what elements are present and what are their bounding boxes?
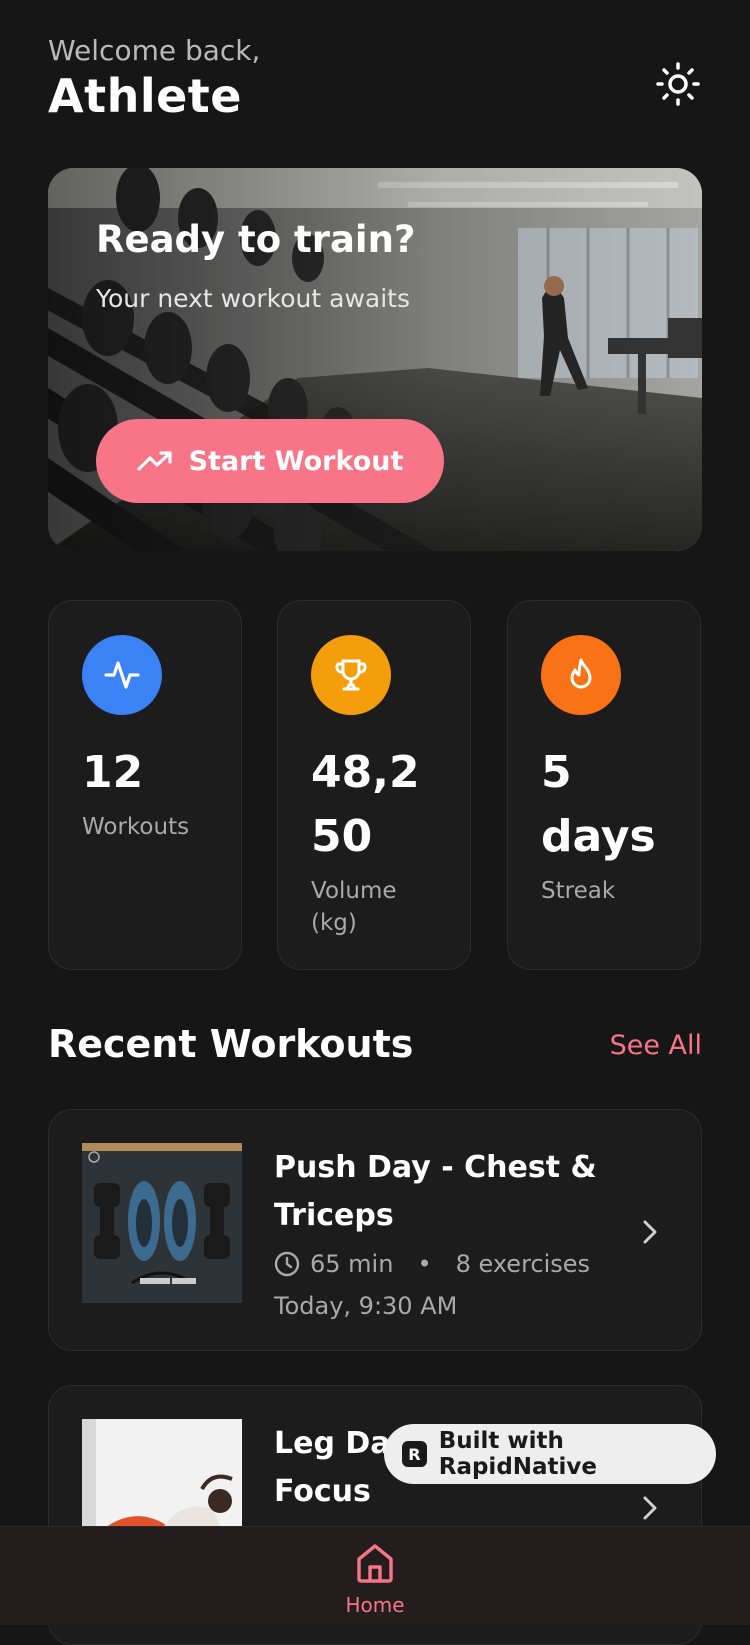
- hero-title: Ready to train?: [96, 218, 416, 261]
- workout-date: Today, 9:30 AM: [274, 1292, 458, 1320]
- stat-card-workouts: 12 Workouts: [48, 600, 242, 970]
- stat-value: 5 days Streak: [541, 741, 676, 907]
- stat-card-volume: 48,250 Volume (kg): [277, 600, 471, 970]
- activity-icon: [82, 635, 162, 715]
- start-workout-label: Start Workout: [188, 445, 404, 477]
- stat-value: 12 Workouts: [82, 741, 217, 843]
- stats-row: 12 Workouts 48,250 Volume (kg) 5 days St…: [48, 600, 702, 972]
- user-name: Athlete: [48, 69, 242, 123]
- workout-title: Push Day - Chest & Triceps: [274, 1150, 597, 1233]
- sun-icon: [656, 62, 700, 106]
- built-with-badge[interactable]: R Built with RapidNative: [384, 1424, 716, 1484]
- stat-label: Volume (kg): [311, 878, 397, 936]
- home-icon: [357, 1544, 393, 1583]
- theme-toggle-button[interactable]: [654, 60, 702, 108]
- tab-home[interactable]: Home: [345, 1541, 405, 1617]
- stat-label: Streak: [541, 878, 616, 904]
- greeting-text: Welcome back,: [48, 34, 261, 67]
- workout-thumbnail: [82, 1143, 242, 1303]
- flame-icon: [541, 635, 621, 715]
- chevron-right-icon: [643, 1220, 657, 1244]
- recent-workouts-title: Recent Workouts: [48, 1022, 414, 1066]
- meta-separator: •: [417, 1250, 432, 1278]
- stat-label: Workouts: [82, 814, 190, 840]
- start-workout-button[interactable]: Start Workout: [96, 419, 444, 503]
- workout-duration: 65 min: [310, 1250, 394, 1278]
- hero-card: Ready to train? Your next workout awaits…: [48, 168, 702, 551]
- header: Welcome back, Athlete: [48, 34, 702, 134]
- tab-home-label: Home: [345, 1593, 405, 1617]
- see-all-link[interactable]: See All: [610, 1030, 702, 1061]
- hero-subtitle: Your next workout awaits: [96, 284, 411, 313]
- bottom-tab-bar: Home: [0, 1526, 750, 1625]
- workout-exercises: 8 exercises: [455, 1250, 591, 1278]
- clock-icon: [274, 1251, 300, 1277]
- chevron-right-icon: [643, 1496, 657, 1520]
- trophy-icon: [311, 635, 391, 715]
- stat-card-streak: 5 days Streak: [507, 600, 701, 970]
- workout-meta: 65 min • 8 exercises: [274, 1250, 590, 1278]
- workout-card[interactable]: Push Day - Chest & Triceps 65 min • 8 ex…: [48, 1109, 702, 1351]
- stat-value: 48,250 Volume (kg): [311, 741, 446, 939]
- badge-label: Built with RapidNative: [438, 1428, 598, 1480]
- trending-up-icon: [136, 451, 172, 471]
- rapidnative-logo-icon: R: [402, 1441, 427, 1467]
